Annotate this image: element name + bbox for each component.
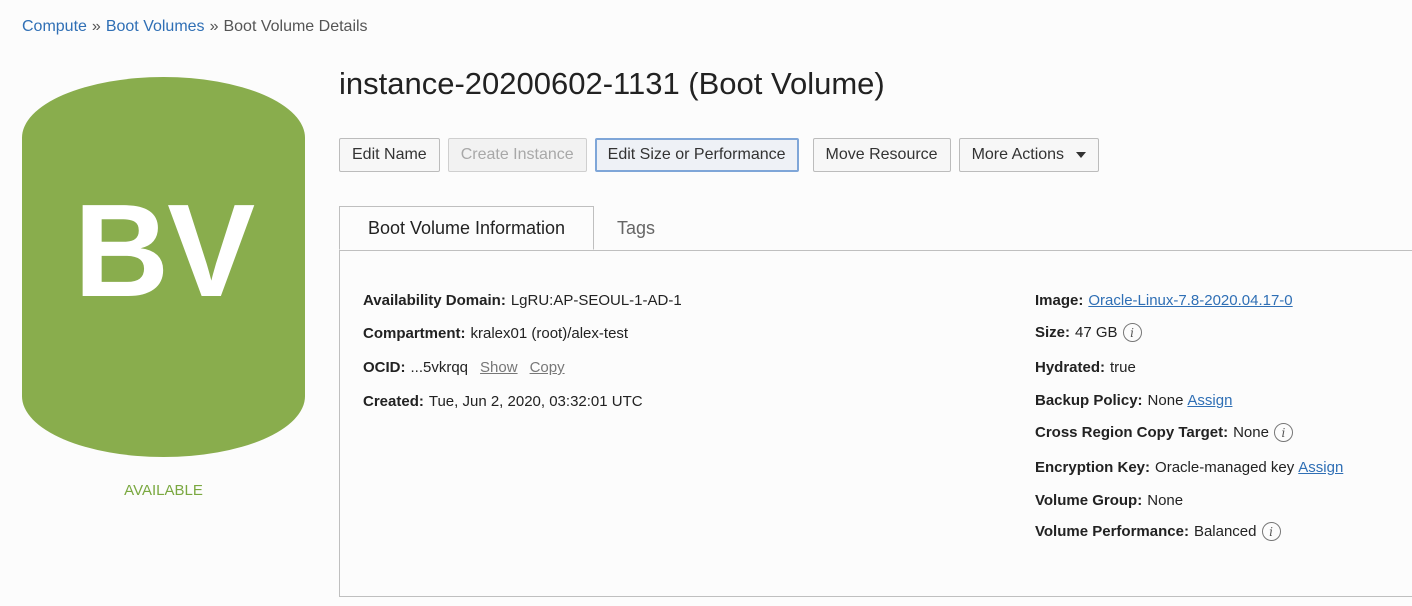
field-label: Backup Policy: bbox=[1035, 392, 1143, 409]
field-value: None bbox=[1147, 392, 1184, 409]
hydrated-field: Hydrated: true bbox=[1035, 359, 1136, 376]
availability-domain-field: Availability Domain: LgRU:AP-SEOUL-1-AD-… bbox=[363, 292, 682, 309]
caret-down-icon bbox=[1076, 152, 1087, 158]
field-label: Size: bbox=[1035, 324, 1071, 341]
tab-boot-volume-information[interactable]: Boot Volume Information bbox=[339, 206, 594, 250]
status-label: AVAILABLE bbox=[124, 482, 203, 499]
field-value: 47 GB bbox=[1075, 324, 1118, 341]
cross-region-copy-field: Cross Region Copy Target: None i bbox=[1035, 423, 1293, 442]
field-value: None bbox=[1233, 424, 1269, 441]
created-field: Created: Tue, Jun 2, 2020, 03:32:01 UTC bbox=[363, 393, 643, 410]
field-value: Tue, Jun 2, 2020, 03:32:01 UTC bbox=[428, 393, 643, 410]
field-label: Created: bbox=[363, 393, 424, 410]
edit-name-button[interactable]: Edit Name bbox=[339, 138, 440, 172]
info-icon[interactable]: i bbox=[1261, 522, 1281, 541]
field-value: LgRU:AP-SEOUL-1-AD-1 bbox=[510, 292, 682, 309]
ocid-show-link[interactable]: Show bbox=[480, 359, 518, 376]
backup-policy-assign-link[interactable]: Assign bbox=[1187, 392, 1232, 409]
action-bar: Edit Name Create Instance Edit Size or P… bbox=[339, 138, 1107, 172]
backup-policy-field: Backup Policy: None Assign bbox=[1035, 392, 1232, 409]
field-label: Cross Region Copy Target: bbox=[1035, 424, 1229, 441]
create-instance-button[interactable]: Create Instance bbox=[447, 138, 587, 172]
field-label: Compartment: bbox=[363, 325, 466, 342]
field-value: Oracle-managed key bbox=[1155, 459, 1295, 476]
field-label: Volume Group: bbox=[1035, 492, 1143, 509]
ocid-field: OCID: ...5vkrqq Show Copy bbox=[363, 359, 565, 376]
volume-group-field: Volume Group: None bbox=[1035, 492, 1183, 509]
image-field: Image: Oracle-Linux-7.8-2020.04.17-0 bbox=[1035, 292, 1293, 309]
more-actions-button[interactable]: More Actions bbox=[958, 138, 1100, 172]
field-value: kralex01 (root)/alex-test bbox=[470, 325, 629, 342]
field-label: Availability Domain: bbox=[363, 292, 506, 309]
compartment-field: Compartment: kralex01 (root)/alex-test bbox=[363, 325, 628, 342]
field-label: Volume Performance: bbox=[1035, 523, 1189, 540]
encryption-key-field: Encryption Key: Oracle-managed key Assig… bbox=[1035, 459, 1343, 476]
field-label: Encryption Key: bbox=[1035, 459, 1151, 476]
encryption-key-assign-link[interactable]: Assign bbox=[1298, 459, 1343, 476]
breadcrumb-separator: » bbox=[91, 18, 101, 35]
field-label: OCID: bbox=[363, 359, 406, 376]
field-value: Balanced bbox=[1193, 523, 1257, 540]
edit-size-performance-button[interactable]: Edit Size or Performance bbox=[594, 138, 799, 172]
breadcrumb-compute[interactable]: Compute bbox=[22, 18, 87, 35]
breadcrumb-boot-volumes[interactable]: Boot Volumes bbox=[106, 18, 205, 35]
move-resource-button[interactable]: Move Resource bbox=[812, 138, 951, 172]
field-label: Hydrated: bbox=[1035, 359, 1106, 376]
breadcrumb-separator: » bbox=[209, 18, 219, 35]
boot-volume-icon: BV bbox=[22, 77, 305, 457]
tab-bar: Boot Volume Information Tags bbox=[339, 206, 1412, 251]
info-icon[interactable]: i bbox=[1122, 323, 1142, 342]
field-value: true bbox=[1110, 359, 1136, 376]
breadcrumb: Compute» Boot Volumes» Boot Volume Details bbox=[22, 18, 368, 36]
tab-tags[interactable]: Tags bbox=[617, 206, 655, 250]
breadcrumb-current: Boot Volume Details bbox=[223, 18, 368, 35]
size-field: Size: 47 GB i bbox=[1035, 323, 1142, 342]
field-value: ...5vkrqq bbox=[410, 359, 469, 376]
info-icon[interactable]: i bbox=[1273, 423, 1293, 442]
field-label: Image: bbox=[1035, 292, 1084, 309]
more-actions-label: More Actions bbox=[971, 146, 1065, 163]
image-link[interactable]: Oracle-Linux-7.8-2020.04.17-0 bbox=[1088, 292, 1292, 309]
boot-volume-icon-label: BV bbox=[73, 177, 255, 324]
volume-performance-field: Volume Performance: Balanced i bbox=[1035, 522, 1281, 541]
ocid-copy-link[interactable]: Copy bbox=[530, 359, 565, 376]
page-title: instance-20200602-1131 (Boot Volume) bbox=[339, 66, 885, 101]
field-value: None bbox=[1147, 492, 1184, 509]
details-panel: Availability Domain: LgRU:AP-SEOUL-1-AD-… bbox=[339, 250, 1412, 597]
